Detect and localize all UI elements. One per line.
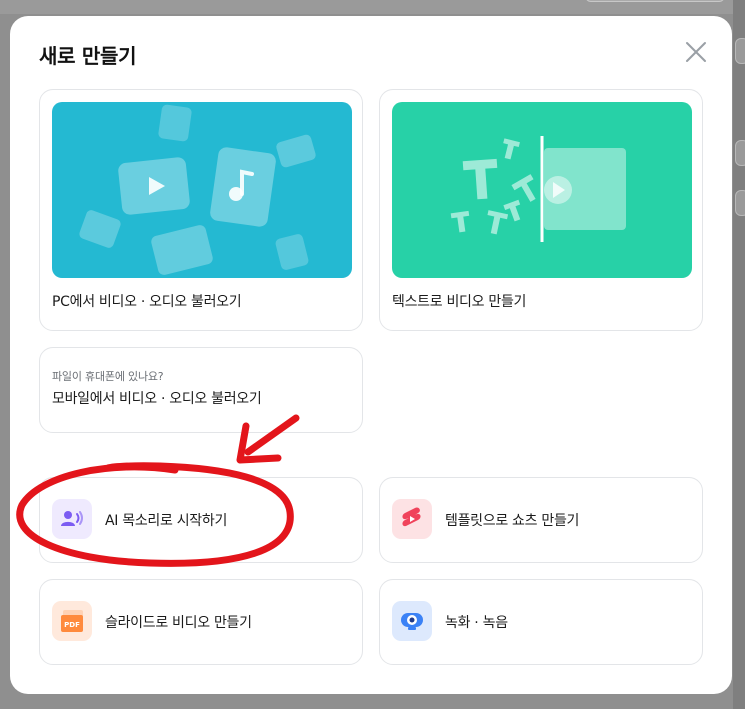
backdrop-control: [735, 140, 745, 166]
import-illustration: [52, 102, 352, 278]
import-from-mobile-label: 모바일에서 비디오 · 오디오 불러오기: [52, 391, 262, 407]
text-to-video-card[interactable]: 텍스트로 비디오 만들기: [379, 89, 703, 331]
backdrop-right-panel: [733, 0, 745, 709]
template-shorts-card[interactable]: 템플릿으로 쇼츠 만들기: [379, 477, 703, 563]
record-card[interactable]: 녹화 · 녹음: [379, 579, 703, 665]
close-button[interactable]: [682, 38, 710, 66]
template-shorts-label: 템플릿으로 쇼츠 만들기: [445, 513, 580, 529]
pdf-icon: PDF: [52, 601, 92, 641]
close-icon: [686, 42, 706, 62]
slides-to-video-card[interactable]: PDF 슬라이드로 비디오 만들기: [39, 579, 363, 665]
text-to-video-label: 텍스트로 비디오 만들기: [392, 294, 527, 310]
text-to-video-illustration: [392, 102, 692, 278]
shorts-icon: [392, 499, 432, 539]
record-label: 녹화 · 녹음: [445, 615, 508, 631]
import-from-pc-card[interactable]: PC에서 비디오 · 오디오 불러오기: [39, 89, 363, 331]
backdrop-tab: [585, 0, 725, 2]
backdrop-control: [735, 38, 745, 64]
dialog-title: 새로 만들기: [39, 44, 137, 68]
pdf-icon-text: PDF: [64, 621, 80, 629]
ai-voice-icon: [52, 499, 92, 539]
mobile-hint-text: 파일이 휴대폰에 있나요?: [52, 370, 164, 383]
ai-voice-card[interactable]: AI 목소리로 시작하기: [39, 477, 363, 563]
backdrop-top: [0, 0, 745, 14]
slides-to-video-label: 슬라이드로 비디오 만들기: [105, 615, 252, 631]
ai-voice-label: AI 목소리로 시작하기: [105, 513, 228, 529]
backdrop-control: [735, 190, 745, 216]
new-project-dialog: 새로 만들기 PC에서 비디오 · 오디오 불러오기 텍스트로 비디오 만들기 …: [10, 16, 732, 694]
import-from-mobile-card[interactable]: 파일이 휴대폰에 있나요? 모바일에서 비디오 · 오디오 불러오기: [39, 347, 363, 433]
import-from-pc-label: PC에서 비디오 · 오디오 불러오기: [52, 294, 242, 310]
webcam-icon: [392, 601, 432, 641]
